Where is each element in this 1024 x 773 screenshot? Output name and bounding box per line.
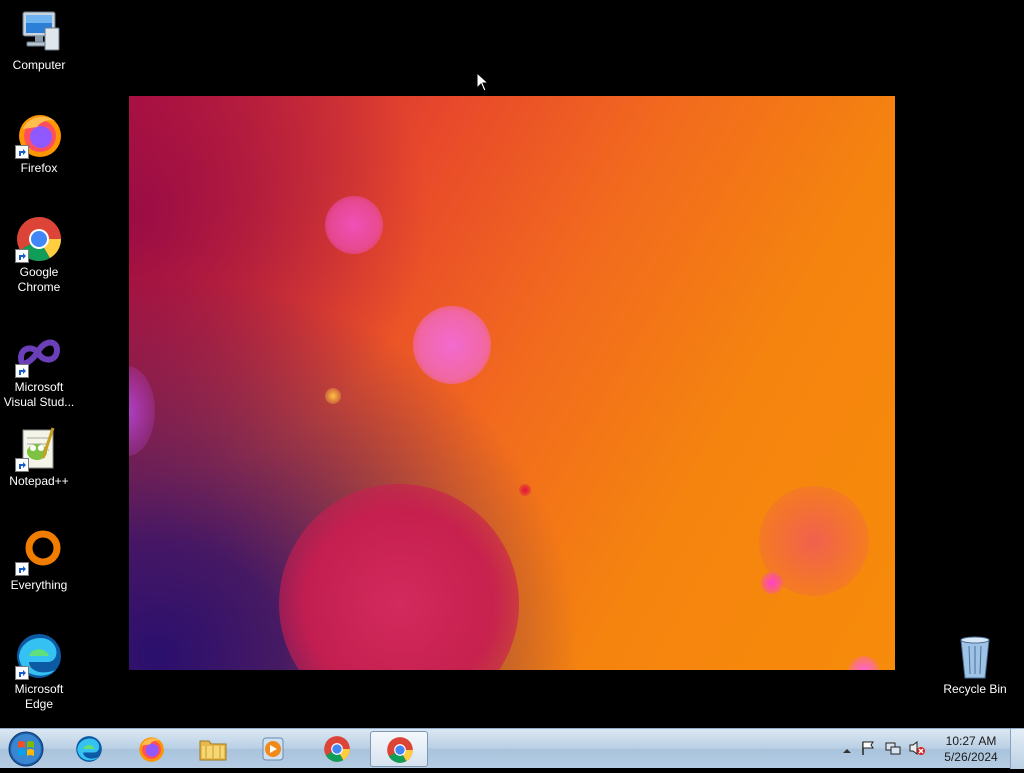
taskbar-button-explorer[interactable] [184, 731, 242, 767]
chrome-icon [15, 215, 63, 263]
volume-muted-icon[interactable] [908, 740, 926, 761]
chrome-icon [385, 736, 415, 764]
desktop-icon-visual-studio[interactable]: Microsoft Visual Stud... [0, 330, 78, 410]
desktop-icon-label: Google Chrome [17, 265, 61, 294]
everything-icon [15, 528, 63, 576]
network-icon[interactable] [884, 740, 902, 761]
desktop-icon-label: Everything [10, 578, 68, 592]
taskbar-button-chrome-active[interactable] [370, 731, 428, 767]
desktop-icon-google-chrome[interactable]: Google Chrome [0, 215, 78, 295]
edge-icon [15, 632, 63, 680]
shortcut-arrow-icon [15, 666, 29, 680]
show-desktop-button[interactable] [1010, 729, 1024, 769]
mouse-pointer-icon [476, 71, 490, 97]
desktop-icon-computer[interactable]: Computer [0, 8, 78, 73]
taskbar-button-edge[interactable] [60, 731, 118, 767]
desktop-icon-label: Notepad++ [9, 474, 69, 488]
desktop-icon-label: Microsoft Edge [14, 682, 64, 711]
firefox-icon [15, 111, 63, 159]
windows-orb-icon [8, 731, 44, 767]
desktop-icon-firefox[interactable]: Firefox [0, 111, 78, 176]
desktop-icon-label: Firefox [20, 161, 58, 175]
taskbar-button-chrome[interactable] [308, 731, 366, 767]
visual-studio-icon [15, 330, 63, 378]
desktop-icon-label: Recycle Bin [943, 682, 1007, 696]
computer-icon [15, 8, 63, 56]
edge-icon [74, 735, 104, 763]
wallpaper-image [129, 96, 895, 670]
desktop-icon-recycle-bin[interactable]: Recycle Bin [936, 632, 1014, 697]
media-player-icon [258, 735, 288, 763]
clock-date: 5/26/2024 [944, 750, 998, 764]
firefox-icon [136, 735, 166, 763]
taskbar-button-media-player[interactable] [244, 731, 302, 767]
taskbar: 10:27 AM 5/26/2024 [0, 728, 1024, 769]
desktop: Computer Firefox Google Chrome Microsoft… [0, 0, 1024, 728]
action-center-flag-icon[interactable] [860, 740, 876, 761]
recycle-bin-icon [951, 632, 999, 680]
desktop-icon-microsoft-edge[interactable]: Microsoft Edge [0, 632, 78, 712]
chrome-icon [322, 735, 352, 763]
taskbar-button-firefox[interactable] [122, 731, 180, 767]
shortcut-arrow-icon [15, 458, 29, 472]
desktop-icon-label: Computer [12, 58, 66, 72]
folder-icon [198, 735, 228, 763]
desktop-icon-everything[interactable]: Everything [0, 528, 78, 593]
system-tray: 10:27 AM 5/26/2024 [834, 729, 1024, 769]
start-button[interactable] [4, 730, 48, 768]
clock-time: 10:27 AM [945, 734, 997, 748]
desktop-icon-notepadpp[interactable]: Notepad++ [0, 424, 78, 489]
shortcut-arrow-icon [15, 249, 29, 263]
shortcut-arrow-icon [15, 562, 29, 576]
shortcut-arrow-icon [15, 145, 29, 159]
desktop-icon-label: Microsoft Visual Stud... [3, 380, 75, 409]
clock[interactable]: 10:27 AM 5/26/2024 [940, 733, 1002, 765]
show-hidden-icons-icon[interactable] [842, 743, 852, 761]
notepadpp-icon [15, 424, 63, 472]
shortcut-arrow-icon [15, 364, 29, 378]
